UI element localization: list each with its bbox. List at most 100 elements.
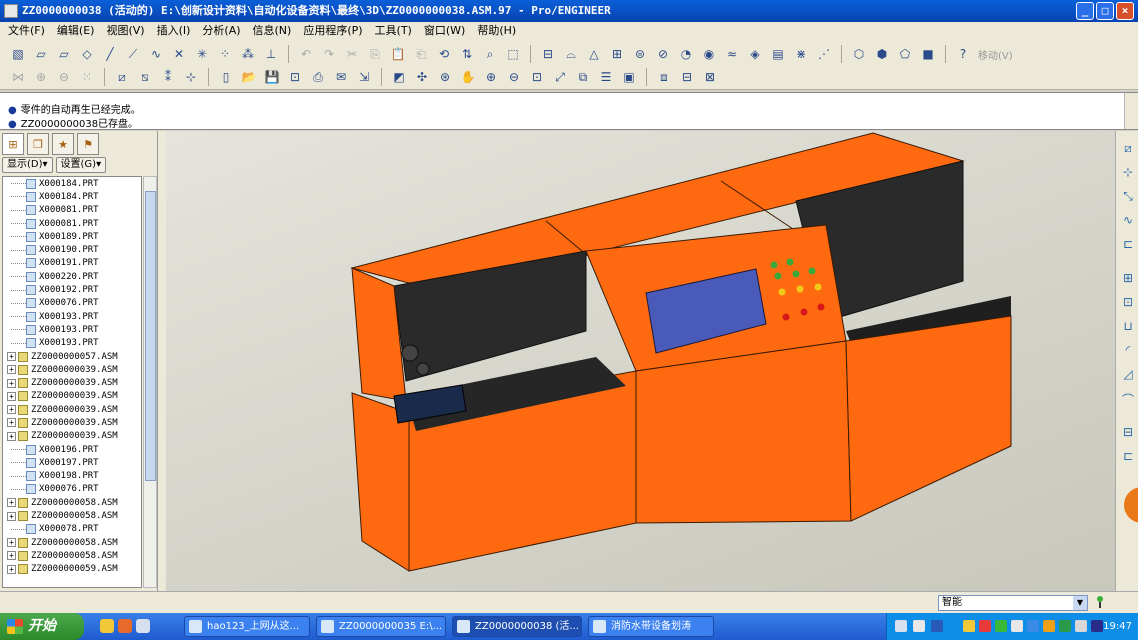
regenerate-icon[interactable]: ⟲ — [434, 44, 454, 64]
zoom-in-icon[interactable]: ⊕ — [481, 67, 501, 87]
tray-app-icon[interactable] — [1027, 620, 1039, 632]
minimize-button[interactable]: _ — [1076, 2, 1094, 20]
trim-icon[interactable]: ⊖ — [54, 67, 74, 87]
tree-item[interactable]: + ZZ0000000039.ASM — [3, 390, 141, 403]
expand-icon[interactable]: + — [7, 365, 16, 375]
cut-tool-icon[interactable]: ⌒ — [1120, 391, 1136, 407]
regenerate-manager-icon[interactable]: ⇅ — [457, 44, 477, 64]
tray-app-icon[interactable] — [1059, 620, 1071, 632]
new-file-icon[interactable]: ▯ — [216, 67, 236, 87]
area-icon[interactable]: ⌓ — [561, 44, 581, 64]
tree-item[interactable]: X000189.PRT — [3, 230, 141, 243]
menu-view[interactable]: 视图(V) — [100, 22, 150, 40]
clearance-icon[interactable]: ⊘ — [653, 44, 673, 64]
save-copy-icon[interactable]: ⊡ — [285, 67, 305, 87]
assemble-icon[interactable]: ⊞ — [1120, 271, 1136, 287]
tray-app-icon[interactable] — [1011, 620, 1023, 632]
volume-icon[interactable]: △ — [584, 44, 604, 64]
measure-icon[interactable]: ⊟ — [538, 44, 558, 64]
menu-file[interactable]: 文件(F) — [2, 22, 51, 40]
menu-edit[interactable]: 编辑(E) — [51, 22, 101, 40]
csys-display-icon[interactable]: ⊹ — [181, 67, 201, 87]
reorient-icon[interactable]: ⤢ — [550, 67, 570, 87]
search-icon[interactable]: ⌕ — [480, 44, 500, 64]
selection-filter-dropdown[interactable]: 智能 ▼ — [938, 595, 1088, 611]
settings-dropdown[interactable]: 设置(G)▾ — [55, 157, 107, 173]
window-activate-icon[interactable]: ⧈ — [654, 67, 674, 87]
refit-icon[interactable]: ⊡ — [527, 67, 547, 87]
menu-window[interactable]: 窗口(W) — [418, 22, 471, 40]
tree-item[interactable]: + ZZ0000000058.ASM — [3, 509, 141, 522]
annotation-icon[interactable]: ⊥ — [261, 44, 281, 64]
tree-item[interactable]: X000081.PRT — [3, 204, 141, 217]
send-icon[interactable]: ⇲ — [354, 67, 374, 87]
cut-icon[interactable]: ✂ — [342, 44, 362, 64]
tree-item[interactable]: + ZZ0000000039.ASM — [3, 363, 141, 376]
connections-tab-icon[interactable]: ⚑ — [77, 133, 99, 155]
tree-item[interactable]: + ZZ0000000039.ASM — [3, 403, 141, 416]
mirror-icon[interactable]: ⋈ — [8, 67, 28, 87]
tree-item[interactable]: X000197.PRT — [3, 456, 141, 469]
quicklaunch-app-icon[interactable] — [118, 619, 132, 633]
datum-point-icon[interactable]: ⁘ — [215, 44, 235, 64]
pattern-tool-icon[interactable]: ⊟ — [1120, 425, 1136, 441]
datum-axis-icon[interactable]: ⟋ — [123, 44, 143, 64]
offset-analysis-icon[interactable]: ⋰ — [814, 44, 834, 64]
print-icon[interactable]: ⎙ — [308, 67, 328, 87]
saved-views-icon[interactable]: ⧉ — [573, 67, 593, 87]
surface-analysis-icon[interactable]: ≈ — [722, 44, 742, 64]
help-icon[interactable] — [913, 620, 925, 632]
taskbar-item-proe-35[interactable]: ZZ0000000035 E:\... — [316, 616, 446, 637]
open-file-icon[interactable]: 📂 — [239, 67, 259, 87]
pattern-icon[interactable]: ⁙ — [77, 67, 97, 87]
mirror-tool-icon[interactable]: ⊏ — [1120, 449, 1136, 465]
menu-insert[interactable]: 插入(I) — [151, 22, 197, 40]
datum-plane-icon[interactable]: ⧄ — [1120, 141, 1136, 157]
taskbar-item-document[interactable]: 消防水带设备划涛 — [588, 616, 714, 637]
tree-item[interactable]: X000191.PRT — [3, 257, 141, 270]
tray-app-icon[interactable] — [995, 620, 1007, 632]
expand-icon[interactable]: + — [7, 431, 16, 441]
move-label[interactable]: 移动(V) — [978, 47, 1013, 62]
tray-app-icon[interactable] — [963, 620, 975, 632]
spin-center-icon[interactable]: ✣ — [412, 67, 432, 87]
scrollbar-thumb[interactable] — [145, 191, 156, 481]
paste-icon[interactable]: 📋 — [388, 44, 408, 64]
menu-tools[interactable]: 工具(T) — [369, 22, 418, 40]
quicklaunch-browser-icon[interactable] — [100, 619, 114, 633]
expand-icon[interactable]: + — [7, 352, 16, 361]
paste-special-icon[interactable]: ⎗ — [411, 44, 431, 64]
taskbar-item-browser[interactable]: hao123_上网从这... — [184, 616, 310, 637]
menu-analysis[interactable]: 分析(A) — [196, 22, 246, 40]
undo-icon[interactable]: ↶ — [296, 44, 316, 64]
tree-item[interactable]: X000076.PRT — [3, 483, 141, 496]
menu-info[interactable]: 信息(N) — [247, 22, 298, 40]
sketch-parallelogram-icon[interactable]: ▱ — [54, 44, 74, 64]
zoom-out-icon[interactable]: ⊖ — [504, 67, 524, 87]
sketch-plane-icon[interactable]: ◇ — [77, 44, 97, 64]
create-component-icon[interactable]: ⊡ — [1120, 295, 1136, 311]
window-close-icon[interactable]: ⊠ — [700, 67, 720, 87]
copy-icon[interactable]: ⎘ — [365, 44, 385, 64]
context-help-icon[interactable]: ? — [953, 44, 973, 64]
menu-help[interactable]: 帮助(H) — [471, 22, 522, 40]
email-icon[interactable]: ✉ — [331, 67, 351, 87]
analysis-icon[interactable]: ⁂ — [238, 44, 258, 64]
start-button[interactable]: 开始 — [0, 613, 84, 640]
section-icon[interactable]: ◉ — [699, 44, 719, 64]
tree-item[interactable]: + ZZ0000000058.ASM — [3, 536, 141, 549]
tree-item[interactable]: X000184.PRT — [3, 177, 141, 190]
tree-item[interactable]: X000081.PRT — [3, 217, 141, 230]
select-box-icon[interactable]: ⬚ — [503, 44, 523, 64]
expand-icon[interactable]: + — [7, 551, 16, 561]
floating-badge[interactable] — [1124, 487, 1138, 523]
merge-icon[interactable]: ⊕ — [31, 67, 51, 87]
tree-item[interactable]: + ZZ0000000059.ASM — [3, 563, 141, 576]
tree-item[interactable]: X000193.PRT — [3, 310, 141, 323]
tray-app-icon[interactable] — [1043, 620, 1055, 632]
datum-axis-tool-icon[interactable]: ⊹ — [1120, 165, 1136, 181]
hatch-icon[interactable]: ▧ — [8, 44, 28, 64]
round-icon[interactable]: ◜ — [1120, 343, 1136, 359]
antivirus-icon[interactable] — [979, 620, 991, 632]
sketch-rect-icon[interactable]: ▱ — [31, 44, 51, 64]
